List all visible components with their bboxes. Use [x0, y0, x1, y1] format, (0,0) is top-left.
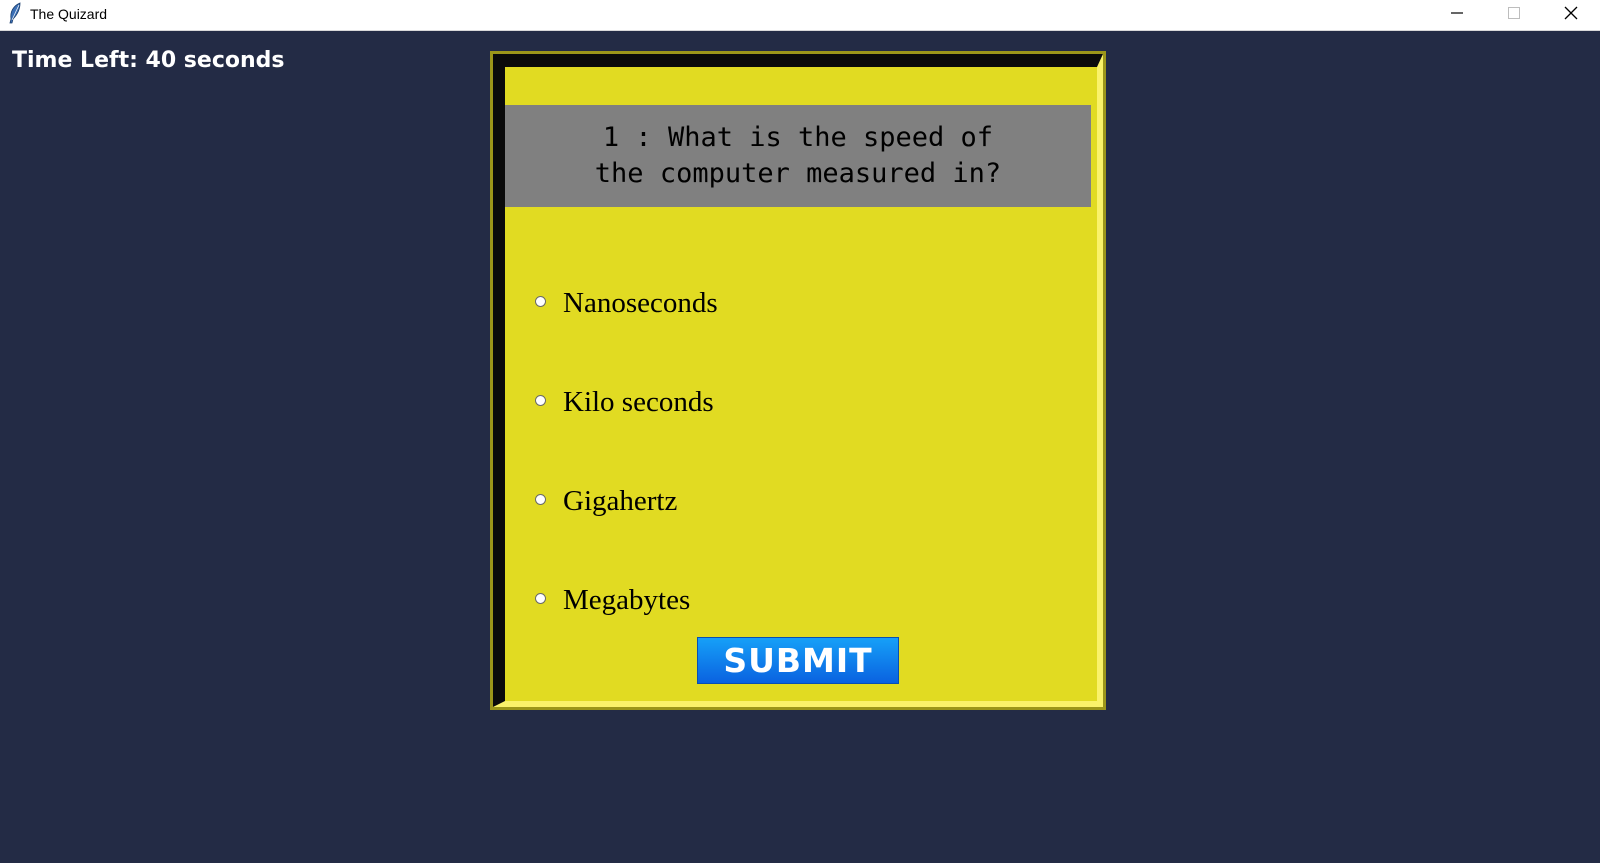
- question-line-1: 1 : What is the speed of: [602, 122, 994, 153]
- radio-button[interactable]: [535, 394, 546, 406]
- maximize-button[interactable]: [1485, 0, 1542, 30]
- option-gigahertz[interactable]: Gigahertz: [535, 481, 677, 521]
- maximize-icon: [1507, 6, 1521, 25]
- option-label: Gigahertz: [563, 484, 678, 517]
- question-box: 1 : What is the speed of the computer me…: [505, 105, 1091, 207]
- quiz-panel: 1 : What is the speed of the computer me…: [493, 54, 1103, 707]
- question-line-2: the computer measured in?: [594, 158, 1002, 189]
- radio-button[interactable]: [535, 493, 546, 505]
- option-megabytes[interactable]: Megabytes: [535, 580, 690, 620]
- option-label: Nanoseconds: [563, 286, 718, 319]
- submit-button[interactable]: SUBMIT: [697, 637, 899, 684]
- option-label: Kilo seconds: [563, 385, 714, 418]
- title-bar: The Quizard: [0, 0, 1600, 31]
- window-title: The Quizard: [30, 6, 108, 22]
- radio-button[interactable]: [535, 295, 546, 307]
- close-button[interactable]: [1542, 0, 1599, 30]
- feather-icon: [7, 2, 23, 24]
- time-left-label: Time Left: 40 seconds: [12, 48, 285, 73]
- minimize-button[interactable]: [1428, 0, 1485, 30]
- option-nanoseconds[interactable]: Nanoseconds: [535, 283, 718, 323]
- minimize-icon: [1450, 6, 1464, 25]
- radio-button[interactable]: [535, 592, 546, 604]
- question-text: 1 : What is the speed of the computer me…: [595, 120, 1001, 192]
- option-label: Megabytes: [563, 583, 691, 616]
- option-kilo-seconds[interactable]: Kilo seconds: [535, 382, 714, 422]
- close-icon: [1564, 6, 1578, 25]
